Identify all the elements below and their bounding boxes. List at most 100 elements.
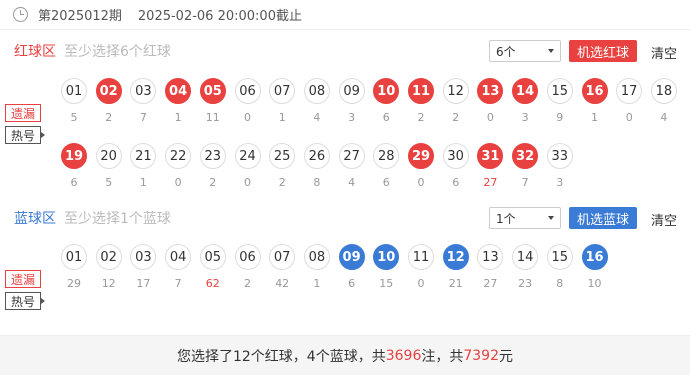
blue-ball-15[interactable]: 15 xyxy=(546,244,573,270)
miss-tag-blue[interactable]: 遗漏 xyxy=(5,270,41,288)
miss-tag-red[interactable]: 遗漏 xyxy=(5,104,41,122)
red-ball-10[interactable]: 10 xyxy=(373,78,400,104)
red-ball-06[interactable]: 06 xyxy=(234,78,261,104)
red-ball-27[interactable]: 27 xyxy=(338,143,365,169)
red-miss-value: 6 xyxy=(452,176,460,189)
blue-ball-03[interactable]: 03 xyxy=(130,244,157,270)
blue-miss-value: 62 xyxy=(205,277,220,290)
hot-tag-red[interactable]: 热号 xyxy=(5,126,41,144)
red-miss-value: 4 xyxy=(660,111,668,124)
red-ball-23[interactable]: 23 xyxy=(199,143,226,169)
red-ball-13[interactable]: 13 xyxy=(477,78,504,104)
blue-ball-12[interactable]: 12 xyxy=(442,244,469,270)
red-miss-value: 2 xyxy=(452,111,460,124)
blue-miss-value: 12 xyxy=(101,277,116,290)
blue-ball-11[interactable]: 11 xyxy=(408,244,434,270)
red-ball-07[interactable]: 07 xyxy=(269,78,296,104)
red-miss-value: 6 xyxy=(382,111,390,124)
blue-miss-value: 1 xyxy=(313,277,321,290)
red-ball-21[interactable]: 21 xyxy=(130,143,157,169)
blue-ball-16[interactable]: 16 xyxy=(581,244,608,270)
red-ball-03[interactable]: 03 xyxy=(130,78,157,104)
red-ball-01[interactable]: 01 xyxy=(61,78,87,104)
red-ball-16[interactable]: 16 xyxy=(581,78,608,104)
blue-ball-09[interactable]: 09 xyxy=(338,244,365,270)
red-ball-22[interactable]: 22 xyxy=(165,143,192,169)
caret-right-icon xyxy=(41,132,45,138)
chevron-down-icon xyxy=(548,49,554,53)
blue-ball-01[interactable]: 01 xyxy=(61,244,87,270)
red-miss-value: 4 xyxy=(348,176,356,189)
red-count-value: 6个 xyxy=(496,44,516,59)
red-miss-value: 5 xyxy=(105,176,113,189)
clear-blue-button[interactable]: 清空 xyxy=(651,210,677,229)
red-section-hint: 至少选择6个红球 xyxy=(64,44,171,60)
random-blue-button[interactable]: 机选蓝球 xyxy=(569,207,638,229)
red-ball-17[interactable]: 17 xyxy=(616,78,643,104)
chevron-down-icon xyxy=(548,216,554,220)
red-section-header: 红球区 至少选择6个红球 6个 机选红球 清空 xyxy=(0,38,690,64)
blue-ball-05[interactable]: 05 xyxy=(199,244,226,270)
red-ball-04[interactable]: 04 xyxy=(165,78,192,104)
red-ball-18[interactable]: 18 xyxy=(650,78,677,104)
red-miss-value: 9 xyxy=(556,111,564,124)
red-ball-11[interactable]: 11 xyxy=(408,78,434,104)
red-ball-26[interactable]: 26 xyxy=(303,143,330,169)
random-red-button[interactable]: 机选红球 xyxy=(569,40,638,62)
red-ball-14[interactable]: 14 xyxy=(512,78,539,104)
selection-summary: 您选择了12个红球，4个蓝球，共 3696 注，共 7392 元 xyxy=(0,335,690,375)
red-miss-value: 0 xyxy=(174,176,182,189)
blue-miss-value: 27 xyxy=(483,277,498,290)
red-ball-20[interactable]: 20 xyxy=(95,143,122,169)
blue-miss-value: 7 xyxy=(174,277,182,290)
red-count-select[interactable]: 6个 xyxy=(489,40,561,62)
red-ball-12[interactable]: 12 xyxy=(442,78,469,104)
blue-ball-06[interactable]: 06 xyxy=(234,244,261,270)
red-ball-19[interactable]: 19 xyxy=(61,143,87,169)
red-miss-value: 2 xyxy=(278,176,286,189)
red-ball-08[interactable]: 08 xyxy=(303,78,330,104)
blue-miss-value: 29 xyxy=(67,277,81,290)
hot-tag-blue[interactable]: 热号 xyxy=(5,292,41,310)
blue-ball-08[interactable]: 08 xyxy=(303,244,330,270)
red-miss-value: 1 xyxy=(591,111,598,124)
red-ball-25[interactable]: 25 xyxy=(269,143,296,169)
clear-red-button[interactable]: 清空 xyxy=(651,43,677,62)
red-ball-09[interactable]: 09 xyxy=(338,78,365,104)
red-miss-value: 1 xyxy=(174,111,182,124)
blue-miss-value: 42 xyxy=(275,277,290,290)
red-ball-28[interactable]: 28 xyxy=(373,143,400,169)
bet-unit: 注，共 xyxy=(421,348,464,365)
red-ball-15[interactable]: 15 xyxy=(546,78,573,104)
blue-ball-10[interactable]: 10 xyxy=(373,244,400,270)
red-ball-24[interactable]: 24 xyxy=(234,143,261,169)
amount-unit: 元 xyxy=(499,348,513,365)
blue-miss-value: 0 xyxy=(417,277,425,290)
red-ball-33[interactable]: 33 xyxy=(546,143,573,169)
blue-ball-07[interactable]: 07 xyxy=(269,244,296,270)
red-ball-29[interactable]: 29 xyxy=(408,143,434,169)
red-ball-32[interactable]: 32 xyxy=(512,143,539,169)
red-miss-value: 27 xyxy=(483,176,498,189)
blue-section-title: 蓝球区 xyxy=(14,211,56,227)
blue-miss-value: 2 xyxy=(244,277,251,290)
blue-ball-04[interactable]: 04 xyxy=(165,244,192,270)
red-miss-value: 2 xyxy=(105,111,113,124)
clock-icon xyxy=(13,7,28,22)
blue-ball-13[interactable]: 13 xyxy=(477,244,504,270)
red-miss-value: 0 xyxy=(486,111,494,124)
period-label: 第2025012期 xyxy=(38,9,122,24)
blue-ball-02[interactable]: 02 xyxy=(95,244,122,270)
red-miss-value: 6 xyxy=(382,176,390,189)
blue-ball-14[interactable]: 14 xyxy=(512,244,539,270)
red-ball-30[interactable]: 30 xyxy=(442,143,469,169)
red-miss-value: 1 xyxy=(139,176,147,189)
red-ball-05[interactable]: 05 xyxy=(199,78,226,104)
blue-count-select[interactable]: 1个 xyxy=(489,207,561,229)
header-bar: 第2025012期 2025-02-06 20:00:00截止 xyxy=(0,0,690,30)
red-miss-value: 11 xyxy=(205,111,220,124)
red-miss-value: 2 xyxy=(417,111,425,124)
red-miss-value: 5 xyxy=(70,111,78,124)
red-ball-31[interactable]: 31 xyxy=(477,143,504,169)
red-ball-02[interactable]: 02 xyxy=(95,78,122,104)
